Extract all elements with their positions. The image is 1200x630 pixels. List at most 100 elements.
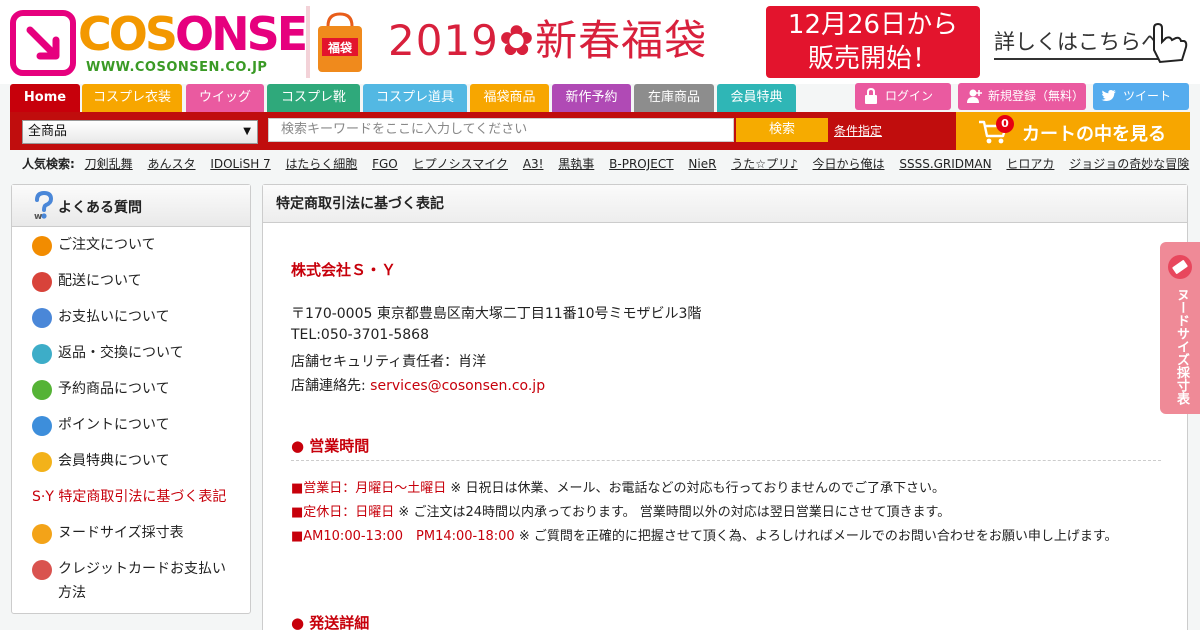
advanced-search-link[interactable]: 条件指定 [834,122,882,139]
coins-icon [32,416,52,436]
popular-keyword[interactable]: ヒプノシスマイク [413,157,508,171]
banner-date-line1: 12月26日から [787,10,959,40]
popular-keyword[interactable]: B-PROJECT [609,157,673,171]
faq-sidebar-header: w よくある質問 [12,185,250,227]
hours-line: ■定休日：日曜日 ※ ご注文は24時間以内承っております。 営業時間以外の対応は… [291,501,1153,525]
calendar-icon [32,380,52,400]
login-label: ログイン [885,89,934,103]
popular-keyword[interactable]: ヒロアカ [1006,157,1054,171]
promo-banner[interactable]: 福袋 2019✿新春福袋 12月26日から 販売開始！ 詳しくはこちらへ [306,6,1190,78]
sidebar-item-size-chart[interactable]: ヌードサイズ採寸表 [32,521,242,545]
search-button[interactable]: 検索 [736,118,828,142]
banner-more-link[interactable]: 詳しくはこちらへ [994,26,1162,60]
hours-line-label: ■定休日：日曜日 [291,505,395,520]
popular-keyword[interactable]: A3! [523,157,544,171]
sidebar-item-shipping[interactable]: 配送について [32,269,242,293]
tweet-label: ツイート [1123,89,1172,103]
credit-card-icon [32,560,52,580]
diamond-icon [32,452,52,472]
sidebar-item-label: ヌードサイズ採寸表 [58,525,184,541]
tweet-button[interactable]: ツイート [1093,83,1189,110]
popular-searches-label: 人気検索: [22,157,75,171]
tab-cosplay-shoes-label: コスプレ靴 [280,90,346,105]
sidebar-item-legal-notice[interactable]: S·Y 特定商取引法に基づく表記 [32,485,242,509]
contact-email-link[interactable]: services@cosonsen.co.jp [370,378,545,394]
company-tel: TEL:050-3701-5868 [291,327,429,343]
category-select[interactable]: 全商品 ▼ [22,120,258,144]
lock-icon [865,88,877,104]
cart-count-badge: 0 [996,115,1014,133]
wallet-icon [32,308,52,328]
popular-keyword[interactable]: うた☆プリ♪ [731,157,797,171]
tab-cosplay-props[interactable]: コスプレ道具 [363,84,467,112]
faq-sidebar: w よくある質問 ご注文について 配送について お支払いについて 返品・交換につ… [11,184,251,614]
login-button[interactable]: ログイン [855,83,951,110]
cart-button[interactable]: 0 カートの中を見る [956,112,1190,150]
sidebar-item-points[interactable]: ポイントについて [32,413,242,437]
search-input[interactable]: 検索キーワードをここに入力してください [268,118,734,142]
hours-line: ■営業日：月曜日〜土曜日 ※ 日祝日は休業、メール、お電話などの対応も行っており… [291,477,1153,501]
tab-wig[interactable]: ウイッグ [186,84,264,112]
measuring-tape-icon [32,524,52,544]
tab-preorder-label: 新作予約 [565,90,618,105]
register-button[interactable]: 新規登録（無料） [958,83,1086,110]
sidebar-item-label: ポイントについて [58,417,170,433]
order-icon [32,236,52,256]
tab-cosplay-costume[interactable]: コスプレ衣装 [82,84,182,112]
popular-keyword[interactable]: 刀剣乱舞 [85,157,133,171]
svg-text:w: w [34,212,42,221]
sidebar-item-returns[interactable]: 返品・交換について [32,341,242,365]
shipping-details-title: ● 発送詳細 [291,614,370,630]
hours-line-label: ■AM10:00-13:00 PM14:00-18:00 [291,529,515,544]
tab-member-benefits[interactable]: 会員特典 [717,84,796,112]
tab-cosplay-shoes[interactable]: コスプレ靴 [267,84,360,112]
banner-date-line2: 販売開始！ [807,44,938,74]
logo-wordmark-a: COS [78,7,178,61]
size-chart-side-tab[interactable]: ヌードサイズ採寸表 [1160,242,1200,414]
banner-headline: 2019✿新春福袋 [388,16,708,65]
lucky-bag-icon: 福袋 [318,12,362,72]
tab-wig-label: ウイッグ [198,90,251,105]
popular-keyword[interactable]: はたらく細胞 [286,157,358,171]
sidebar-item-payment[interactable]: お支払いについて [32,305,242,329]
site-logo[interactable]: COSONSEN WWW.COSONSEN.CO.JP [10,6,344,78]
hours-line-label: ■営業日：月曜日〜土曜日 [291,481,447,496]
tab-preorder[interactable]: 新作予約 [552,84,631,112]
tab-lucky-bag[interactable]: 福袋商品 [470,84,549,112]
search-bar: 全商品 ▼ 検索キーワードをここに入力してください 検索 条件指定 [10,112,956,150]
truck-icon [32,272,52,292]
tab-home-label: Home [23,90,67,105]
sidebar-item-member-benefits[interactable]: 会員特典について [32,449,242,473]
tab-member-benefits-label: 会員特典 [730,90,783,105]
tab-in-stock[interactable]: 在庫商品 [634,84,714,112]
popular-keyword[interactable]: あんスタ [147,157,195,171]
lucky-bag-label: 福袋 [327,40,353,55]
sidebar-item-label: 予約商品について [58,381,170,397]
site-header: COSONSEN WWW.COSONSEN.CO.JP 福袋 2019✿新春福袋… [0,0,1200,84]
sidebar-item-label: 配送について [58,273,142,289]
twitter-bird-icon [1101,89,1116,102]
sidebar-item-order[interactable]: ご注文について [32,233,242,257]
tab-lucky-bag-label: 福袋商品 [483,90,536,105]
sidebar-item-label: クレジットカードお支払い [58,561,226,577]
popular-keyword[interactable]: FGO [372,157,398,171]
popular-keyword[interactable]: 今日から俺は [813,157,885,171]
tab-cosplay-props-label: コスプレ道具 [375,90,454,105]
logo-wordmark: COSONSEN [78,6,344,62]
popular-keyword[interactable]: ジョジョの奇妙な冒険 [1069,157,1189,171]
popular-keyword[interactable]: IDOLiSH 7 [210,157,270,171]
sidebar-item-label-continued: 方法 [58,585,86,601]
popular-keyword[interactable]: 黒執事 [558,157,594,171]
sidebar-item-credit-card[interactable]: クレジットカードお支払い 方法 [32,557,242,605]
store-contact: 店舗連絡先: services@cosonsen.co.jp [291,375,545,395]
popular-keyword[interactable]: SSSS.GRIDMAN [899,157,991,171]
tab-home[interactable]: Home [10,84,80,112]
hours-line-text: ※ ご質問を正確的に把握させて頂く為、よろしければメールでのお問い合わせをお願い… [514,529,1118,544]
question-mark-icon: w [34,191,54,221]
popular-keyword[interactable]: NieR [688,157,716,171]
sidebar-item-preorder[interactable]: 予約商品について [32,377,242,401]
sidebar-item-label: 返品・交換について [58,345,184,361]
sidebar-item-label: お支払いについて [58,309,170,325]
hours-line-text: ※ ご注文は24時間以内承っております。 営業時間以外の対応は翌日営業日にさせて… [394,505,951,520]
page-title: 特定商取引法に基づく表記 [263,185,1187,223]
